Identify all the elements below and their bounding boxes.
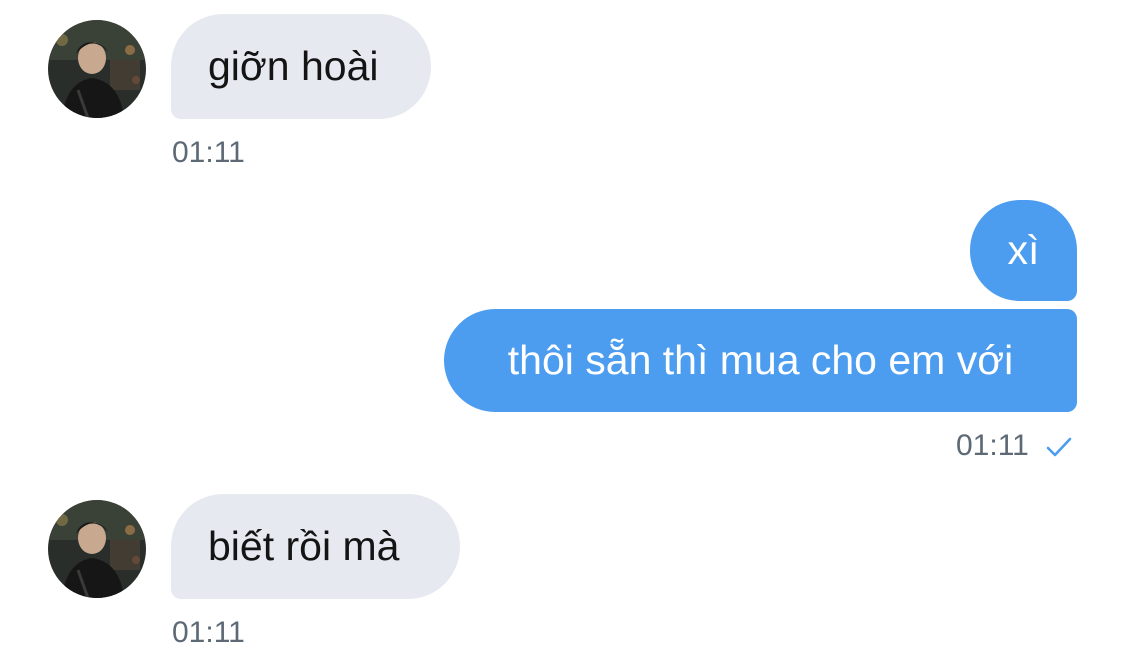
message-timestamp: 01:11: [172, 616, 245, 649]
message-bubble-incoming[interactable]: biết rồi mà: [171, 494, 460, 599]
message-bubble-outgoing[interactable]: xì: [970, 200, 1077, 301]
avatar-photo-icon: [48, 500, 146, 598]
avatar-photo-icon: [48, 20, 146, 118]
message-text: xì: [1007, 227, 1040, 273]
message-text: biết rồi mà: [208, 523, 400, 569]
message-text: thôi sẵn thì mua cho em với: [507, 337, 1014, 383]
contact-avatar[interactable]: [48, 500, 146, 598]
message-timestamp: 01:11: [956, 429, 1029, 462]
chat-screen: giỡn hoài 01:11 xì thôi sẵn thì mua cho …: [0, 0, 1125, 658]
contact-avatar[interactable]: [48, 20, 146, 118]
message-bubble-outgoing[interactable]: thôi sẵn thì mua cho em với: [444, 309, 1077, 412]
message-text: giỡn hoài: [208, 43, 379, 89]
message-timestamp: 01:11: [172, 136, 245, 169]
checkmark-icon: [1046, 437, 1072, 457]
message-bubble-incoming[interactable]: giỡn hoài: [171, 14, 431, 119]
